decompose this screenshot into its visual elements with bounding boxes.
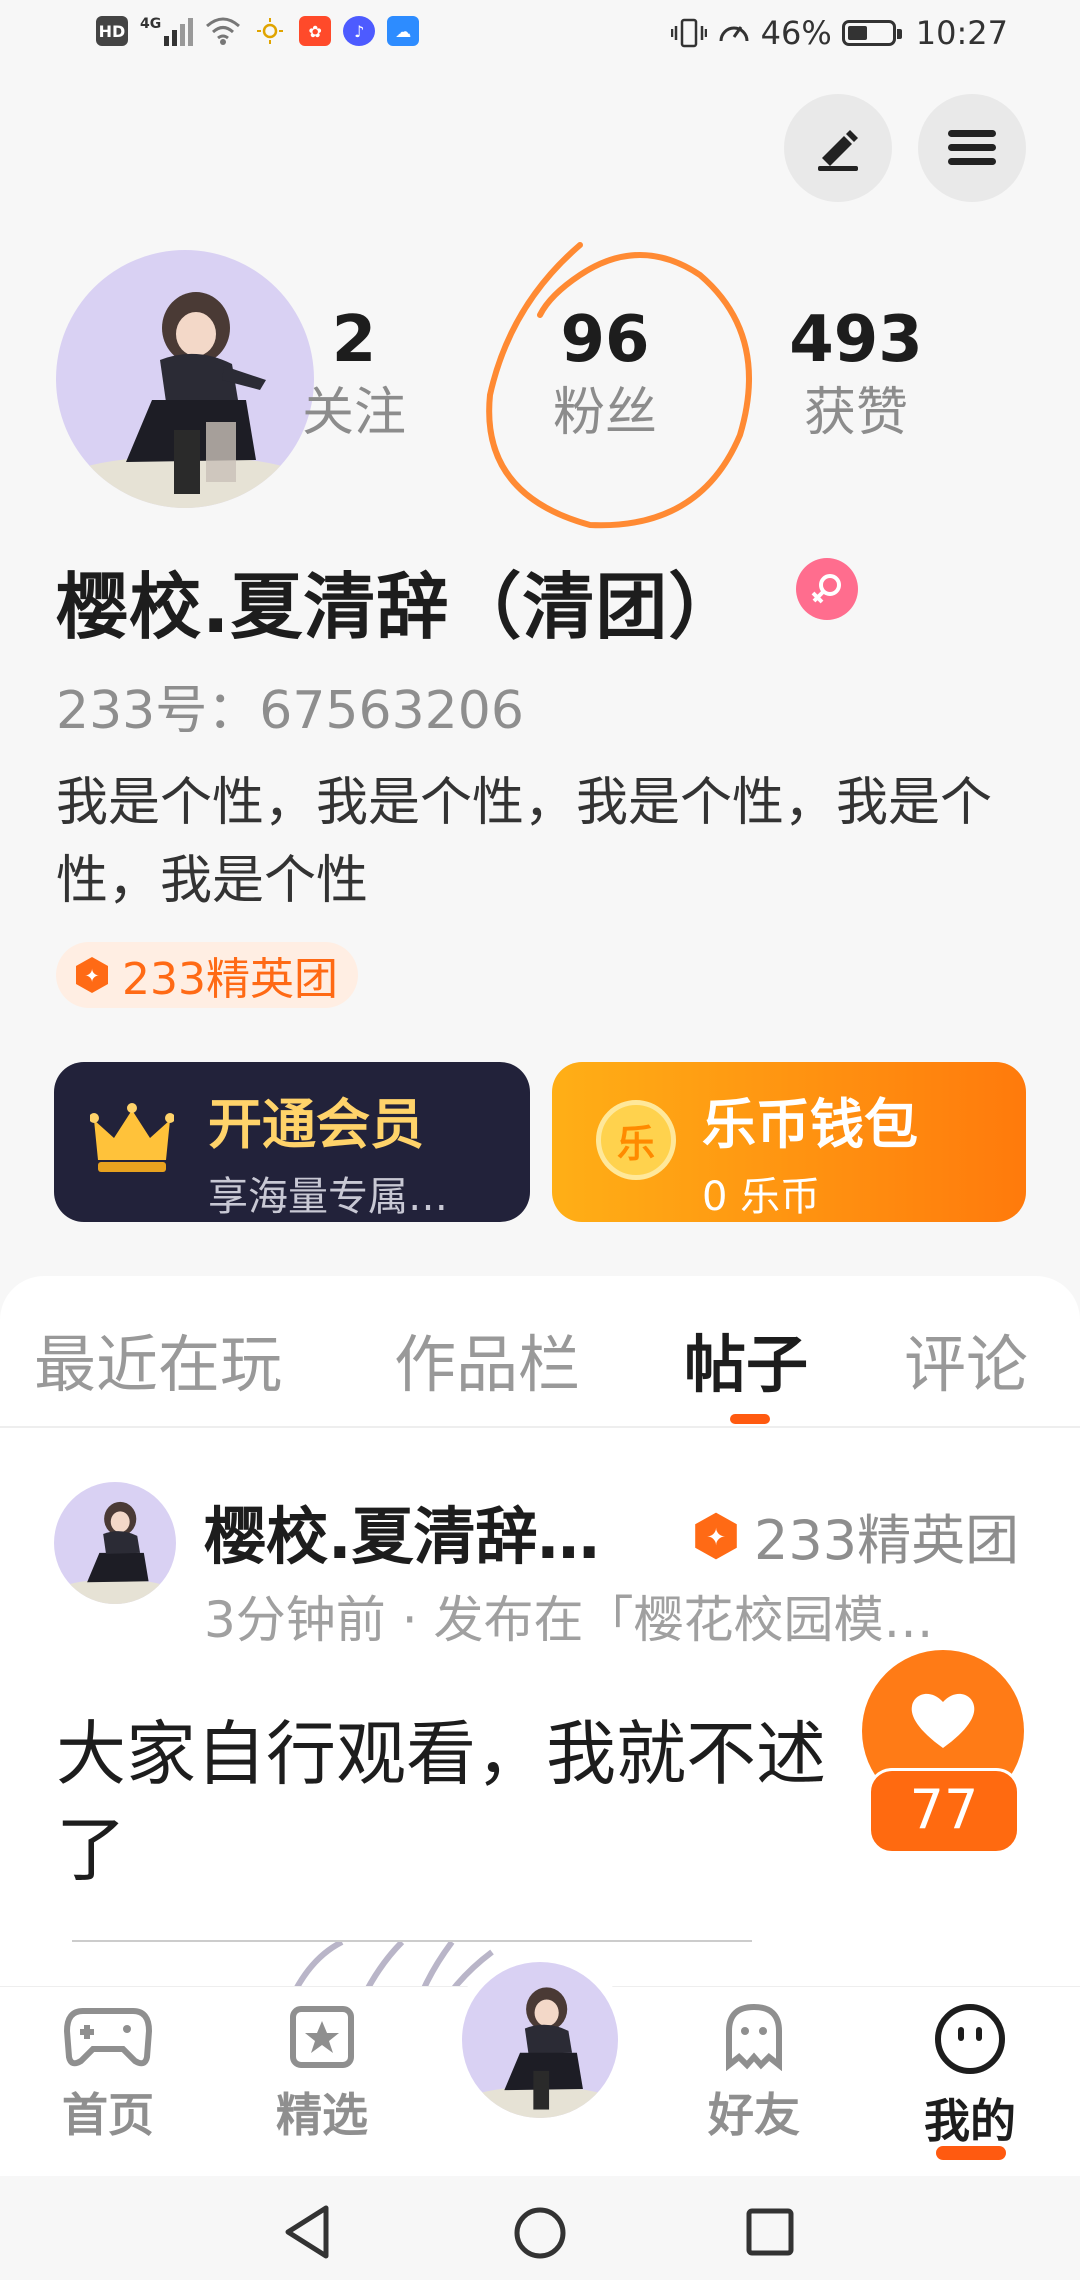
- nav-center-avatar[interactable]: [450, 1950, 630, 2130]
- lecoin-icon: 乐: [596, 1100, 676, 1180]
- elite-badge-icon: ✦: [76, 957, 108, 993]
- app-notification-icon: ✿: [299, 16, 332, 46]
- wallet-balance: 0 乐币: [702, 1174, 821, 1220]
- nav-friends[interactable]: 好友: [664, 2001, 844, 2145]
- active-tab-indicator: [730, 1414, 770, 1424]
- music-icon: ♪: [343, 16, 376, 46]
- elite-group-label: 233精英团: [122, 954, 338, 1005]
- user-id[interactable]: 233号：67563206: [56, 668, 524, 743]
- followers-label: 粉丝: [552, 383, 657, 443]
- nav-me[interactable]: 我的: [880, 2001, 1060, 2151]
- status-bar: HD 4G ✿ ♪ ☁ 46% 10:27: [0, 0, 1080, 72]
- post-elite-label: 233精英团: [754, 1509, 1020, 1572]
- following-count: 2: [331, 303, 377, 377]
- profile-tabs: 最近在玩 作品栏 帖子 评论: [0, 1276, 1080, 1428]
- post-elite-badge: ✦ 233精英团: [690, 1496, 1019, 1575]
- tab-works[interactable]: 作品栏: [394, 1314, 580, 1404]
- star-card-icon: [290, 2006, 354, 2068]
- menu-icon: [948, 130, 996, 165]
- weather-icon: [257, 18, 284, 44]
- heart-icon: [911, 1693, 975, 1748]
- system-navigation-bar: [0, 2176, 1080, 2280]
- menu-button[interactable]: [918, 94, 1026, 202]
- nav-me-label: 我的: [924, 2094, 1016, 2148]
- nav-featured[interactable]: 精选: [232, 2001, 412, 2145]
- vibrate-icon: [670, 18, 707, 48]
- recents-icon[interactable]: [746, 2208, 794, 2256]
- elite-badge-icon: ✦: [695, 1512, 737, 1559]
- following-stat[interactable]: 2 关注: [254, 300, 454, 446]
- tab-posts[interactable]: 帖子: [684, 1314, 808, 1404]
- gamepad-icon: [63, 2008, 153, 2067]
- likes-count: 493: [789, 303, 923, 377]
- edit-pen-icon: [818, 130, 858, 171]
- likes-stat[interactable]: 493 获赞: [756, 300, 956, 446]
- vip-title: 开通会员: [208, 1093, 424, 1156]
- likes-label: 获赞: [803, 383, 908, 443]
- vip-membership-card[interactable]: 开通会员 享海量专属…: [54, 1062, 530, 1222]
- following-label: 关注: [301, 383, 406, 443]
- speed-gauge-icon: [719, 26, 749, 42]
- ghost-icon: [726, 2003, 782, 2072]
- svg-text:✦: ✦: [84, 966, 99, 987]
- hd-icon: HD: [96, 16, 128, 46]
- smiley-icon: [935, 2004, 1005, 2074]
- clock: 10:27: [915, 14, 1008, 52]
- nav-featured-label: 精选: [276, 2088, 368, 2142]
- followers-count: 96: [560, 303, 650, 377]
- crown-icon: [90, 1103, 174, 1172]
- vip-subtitle: 享海量专属…: [208, 1174, 448, 1220]
- active-nav-indicator: [936, 2146, 1006, 2160]
- username: 樱校.夏清辞（清团）: [56, 565, 742, 649]
- nav-home-label: 首页: [62, 2088, 154, 2142]
- nav-friends-label: 好友: [708, 2088, 800, 2142]
- wallet-card[interactable]: 乐 乐币钱包 0 乐币: [552, 1062, 1026, 1222]
- like-count: 77: [868, 1768, 1020, 1854]
- tab-comments[interactable]: 评论: [904, 1314, 1028, 1404]
- home-icon[interactable]: [513, 2206, 567, 2260]
- wallet-title: 乐币钱包: [702, 1093, 918, 1156]
- post-author-avatar[interactable]: [54, 1482, 176, 1604]
- post-author-name[interactable]: 樱校.夏清辞…: [204, 1486, 600, 1576]
- edit-profile-button[interactable]: [784, 94, 892, 202]
- wifi-icon: [206, 17, 241, 45]
- followers-stat[interactable]: 96 粉丝: [505, 300, 705, 446]
- battery-percent: 46%: [760, 14, 832, 52]
- elite-group-badge[interactable]: ✦ 233精英团: [56, 942, 358, 1008]
- female-gender-icon: [796, 558, 858, 620]
- post-meta[interactable]: 3分钟前 · 发布在「樱花校园模…: [204, 1580, 934, 1652]
- nav-home[interactable]: 首页: [18, 2001, 198, 2145]
- user-bio: 我是个性，我是个性，我是个性，我是个性，我是个性: [56, 773, 993, 911]
- back-icon[interactable]: [282, 2204, 332, 2260]
- svg-text:✦: ✦: [706, 1523, 726, 1551]
- signal-4g-icon: 4G: [140, 16, 194, 46]
- cloud-weather-icon: ☁: [387, 16, 420, 46]
- battery-icon: [841, 20, 902, 46]
- tab-recently-played[interactable]: 最近在玩: [34, 1314, 282, 1404]
